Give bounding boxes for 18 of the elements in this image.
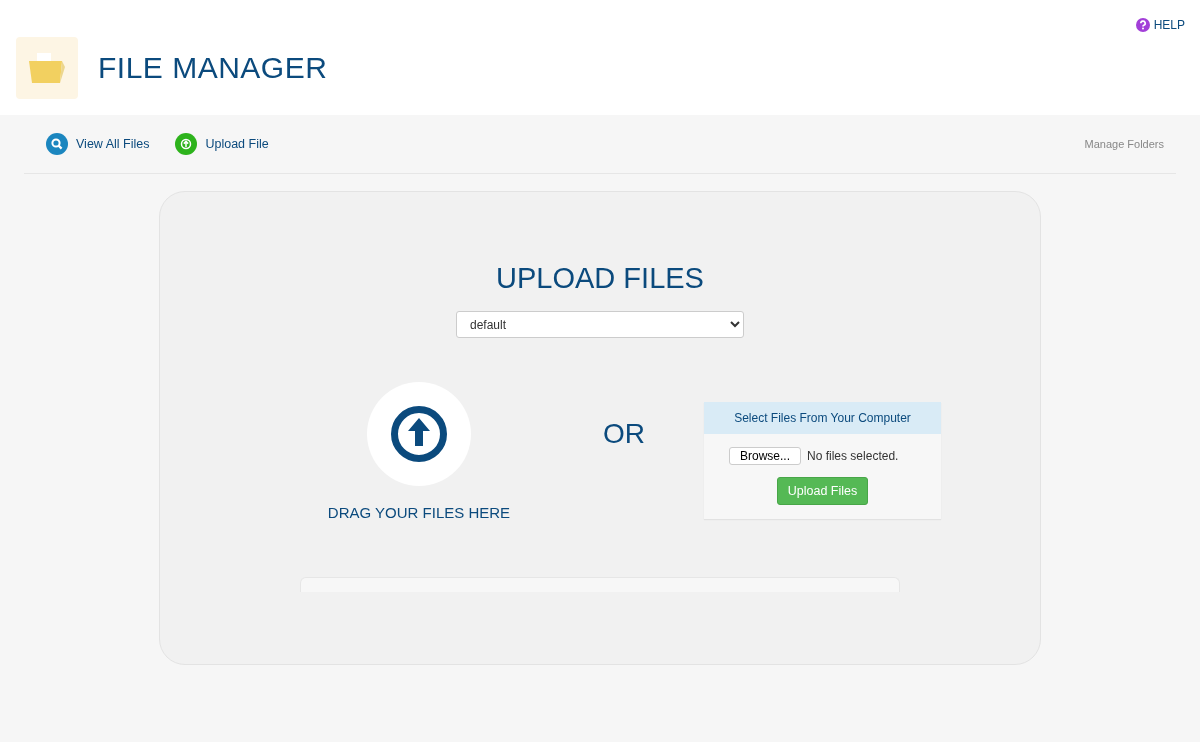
or-label: OR [602, 418, 646, 450]
file-status: No files selected. [807, 449, 899, 463]
help-link[interactable]: HELP [1135, 18, 1185, 32]
browse-button[interactable]: Browse... [729, 447, 801, 465]
help-label: HELP [1153, 18, 1185, 32]
upload-icon [175, 133, 198, 155]
folder-icon [28, 51, 66, 85]
folder-select[interactable]: default [456, 311, 744, 338]
nav-link-label: View All Files [76, 137, 150, 151]
upload-title: UPLOAD FILES [495, 262, 705, 295]
nav-link[interactable]: View All Files [46, 133, 150, 155]
search-icon [46, 133, 68, 155]
nav-link-label: Upload File [205, 137, 269, 151]
drag-label: DRAG YOUR FILES HERE [327, 504, 511, 521]
page-title: FILE MANAGER [98, 51, 328, 85]
nav-link[interactable]: Upload File [175, 133, 269, 155]
question-icon [1135, 18, 1150, 32]
panel-heading: Select Files From Your Computer [704, 402, 941, 434]
